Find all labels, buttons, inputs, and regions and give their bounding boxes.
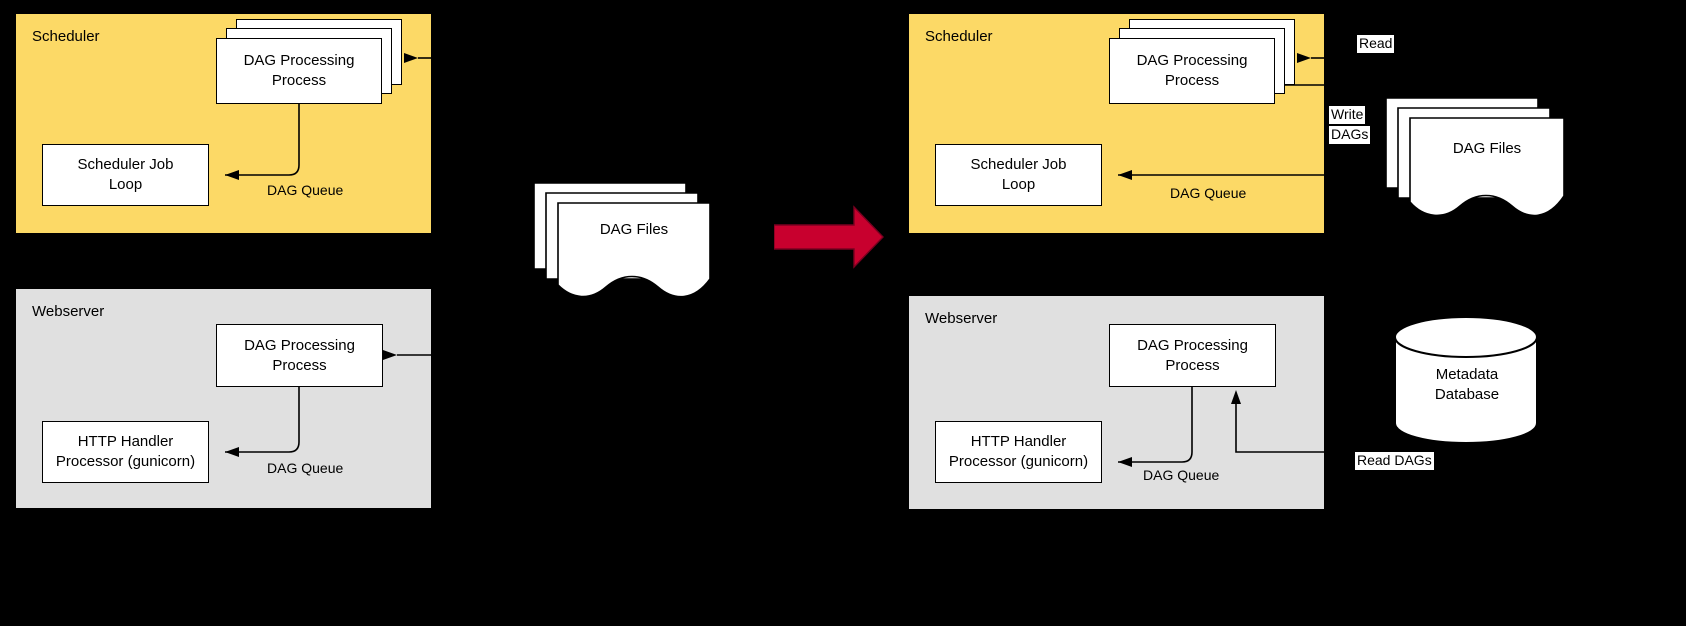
left-scheduler-job-loop-box: Scheduler Job Loop [42, 144, 209, 206]
left-webserver-dag-queue-label: DAG Queue [267, 460, 344, 476]
center-dag-files-doc-stack: DAG Files [533, 181, 714, 298]
dpp-line-1: DAG Processing [1137, 336, 1248, 354]
center-dag-files-label: DAG Files [599, 221, 669, 238]
dpp-line-1: DAG Processing [243, 52, 355, 70]
http-line-2: Processor (gunicorn) [948, 453, 1089, 470]
metadata-database-cylinder: Metadata Database [1393, 315, 1541, 445]
read-label: Read [1357, 35, 1395, 53]
metadata-db-line-1: Metadata [1435, 366, 1499, 383]
read-dags-label: Read DAGs [1355, 452, 1434, 470]
transition-arrow [773, 205, 884, 269]
sjl-line-1: Scheduler Job [77, 156, 174, 174]
left-webserver-label: Webserver [32, 303, 105, 320]
http-line-1: HTTP Handler [77, 433, 174, 451]
write-dags-label-line-2: DAGs [1329, 126, 1371, 144]
sjl-line-2: Loop [1001, 176, 1036, 193]
right-scheduler-dag-queue-label: DAG Queue [1170, 185, 1247, 201]
right-dag-files-doc-stack: DAG Files [1385, 96, 1565, 217]
left-webserver-http-handler-box: HTTP Handler Processor (gunicorn) [42, 421, 209, 483]
sjl-line-1: Scheduler Job [970, 156, 1067, 174]
diagram-canvas: Scheduler DAG Processing Process Schedul… [0, 0, 1686, 626]
dpp-line-2: Process [1164, 72, 1220, 89]
left-scheduler-dag-processing-process-stack: DAG Processing Process [216, 19, 412, 112]
dpp-line-1: DAG Processing [1136, 52, 1248, 70]
sjl-line-2: Loop [108, 176, 143, 193]
right-scheduler-dag-processing-process-stack: DAG Processing Process [1109, 19, 1305, 112]
dpp-line-1: DAG Processing [244, 336, 355, 354]
left-webserver-dag-processing-process: DAG Processing Process [216, 324, 383, 387]
metadata-db-line-2: Database [1434, 386, 1500, 403]
right-webserver-label: Webserver [925, 310, 998, 327]
left-scheduler-dag-processing-process: DAG Processing Process [216, 38, 382, 104]
right-dag-files-label: DAG Files [1452, 140, 1522, 157]
right-scheduler-dag-processing-process: DAG Processing Process [1109, 38, 1275, 104]
right-scheduler-label: Scheduler [925, 28, 993, 45]
right-webserver-http-handler-box: HTTP Handler Processor (gunicorn) [935, 421, 1102, 483]
dpp-line-2: Process [272, 356, 327, 374]
right-webserver-dag-queue-label: DAG Queue [1143, 467, 1220, 483]
right-scheduler-job-loop-box: Scheduler Job Loop [935, 144, 1102, 206]
dpp-line-2: Process [1165, 356, 1220, 374]
left-scheduler-label: Scheduler [32, 28, 100, 45]
dpp-line-2: Process [271, 72, 327, 89]
http-line-1: HTTP Handler [970, 433, 1067, 451]
write-dags-label-line-1: Write [1329, 106, 1366, 124]
http-line-2: Processor (gunicorn) [55, 453, 196, 470]
right-webserver-dag-processing-process: DAG Processing Process [1109, 324, 1276, 387]
left-scheduler-dag-queue-label: DAG Queue [267, 182, 344, 198]
